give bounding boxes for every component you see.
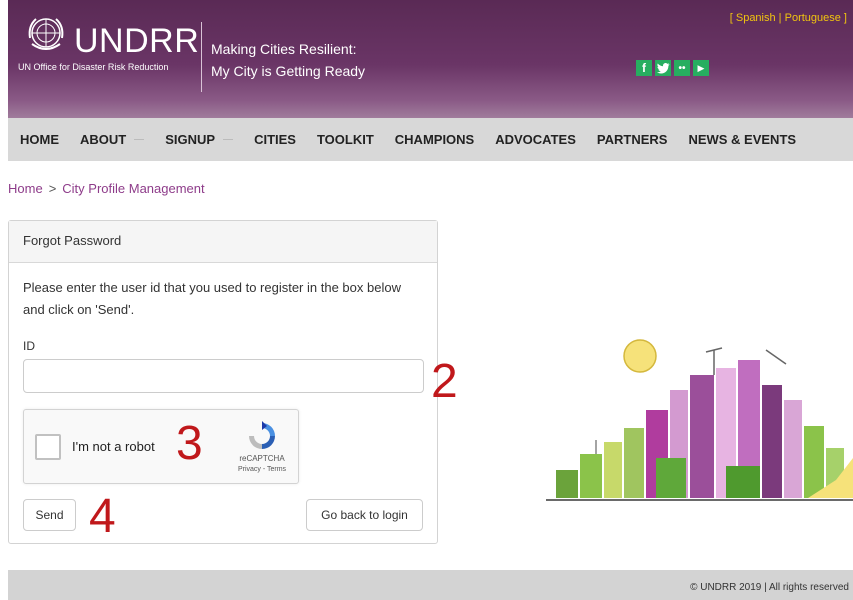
nav-champions[interactable]: CHAMPIONS	[395, 132, 474, 147]
logo-text: UNDRR	[74, 22, 200, 60]
flickr-icon[interactable]: ••	[674, 60, 690, 76]
id-label: ID	[23, 339, 35, 353]
main-navigation: HOME ABOUT SIGNUP CITIES TOOLKIT CHAMPIO…	[8, 118, 853, 161]
facebook-icon[interactable]: f	[636, 60, 652, 76]
resilient-city-illustration	[546, 339, 853, 501]
undrr-logo[interactable]: UNDRR UN Office for Disaster Risk Reduct…	[18, 12, 199, 82]
panel-body: Please enter the user id that you used t…	[9, 263, 437, 531]
dropdown-caret-icon	[134, 139, 145, 140]
campaign-tagline: Making Cities Resilient: My City is Gett…	[211, 41, 366, 79]
dropdown-caret-icon	[223, 139, 234, 140]
back-to-login-button[interactable]: Go back to login	[306, 499, 423, 531]
recaptcha-logo-icon	[249, 421, 275, 449]
language-portuguese-link[interactable]: Portuguese	[785, 12, 841, 24]
twitter-bird-glyph	[656, 62, 669, 73]
header-divider	[201, 22, 202, 92]
breadcrumb: Home > City Profile Management	[8, 181, 205, 196]
site-header: [ Spanish | Portuguese ] UNDRR UN Office…	[8, 0, 853, 118]
forgot-password-panel: Forgot Password Please enter the user id…	[8, 220, 438, 544]
page: [ Spanish | Portuguese ] UNDRR UN Office…	[0, 0, 853, 600]
logo-subtitle: UN Office for Disaster Risk Reduction	[18, 62, 169, 72]
recaptcha-widget: I'm not a robot reCAPTCHA Privacy - Term…	[23, 409, 299, 484]
recaptcha-checkbox[interactable]	[35, 434, 61, 460]
nav-advocates[interactable]: ADVOCATES	[495, 132, 576, 147]
annotation-input: 2	[431, 355, 458, 408]
recaptcha-privacy-terms[interactable]: Privacy - Terms	[234, 466, 290, 473]
breadcrumb-current[interactable]: City Profile Management	[62, 181, 204, 196]
un-emblem-icon	[28, 18, 64, 50]
nav-about[interactable]: ABOUT	[80, 132, 145, 147]
recaptcha-brand: reCAPTCHA	[239, 454, 285, 463]
social-links: f •• ▶	[636, 60, 709, 76]
panel-title: Forgot Password	[9, 221, 437, 263]
language-switcher: [ Spanish | Portuguese ]	[729, 12, 847, 24]
nav-toolkit[interactable]: TOOLKIT	[317, 132, 374, 147]
copyright-text: © UNDRR 2019 | All rights reserved	[690, 582, 849, 593]
nav-news-events[interactable]: NEWS & EVENTS	[688, 132, 796, 147]
breadcrumb-home-link[interactable]: Home	[8, 181, 43, 196]
instructions-text: Please enter the user id that you used t…	[23, 280, 401, 317]
twitter-icon[interactable]	[655, 60, 671, 76]
recaptcha-label: I'm not a robot	[72, 439, 155, 454]
annotation-send: 4	[89, 490, 116, 543]
send-button[interactable]: Send	[23, 499, 76, 531]
nav-partners[interactable]: PARTNERS	[597, 132, 668, 147]
nav-signup[interactable]: SIGNUP	[165, 132, 234, 147]
language-spanish-link[interactable]: Spanish	[736, 12, 776, 24]
annotation-captcha: 3	[176, 417, 203, 470]
nav-home[interactable]: HOME	[20, 132, 59, 147]
site-footer: © UNDRR 2019 | All rights reserved	[8, 570, 853, 600]
youtube-icon[interactable]: ▶	[693, 60, 709, 76]
user-id-input[interactable]	[23, 359, 424, 393]
nav-cities[interactable]: CITIES	[254, 132, 296, 147]
breadcrumb-separator: >	[48, 181, 57, 196]
